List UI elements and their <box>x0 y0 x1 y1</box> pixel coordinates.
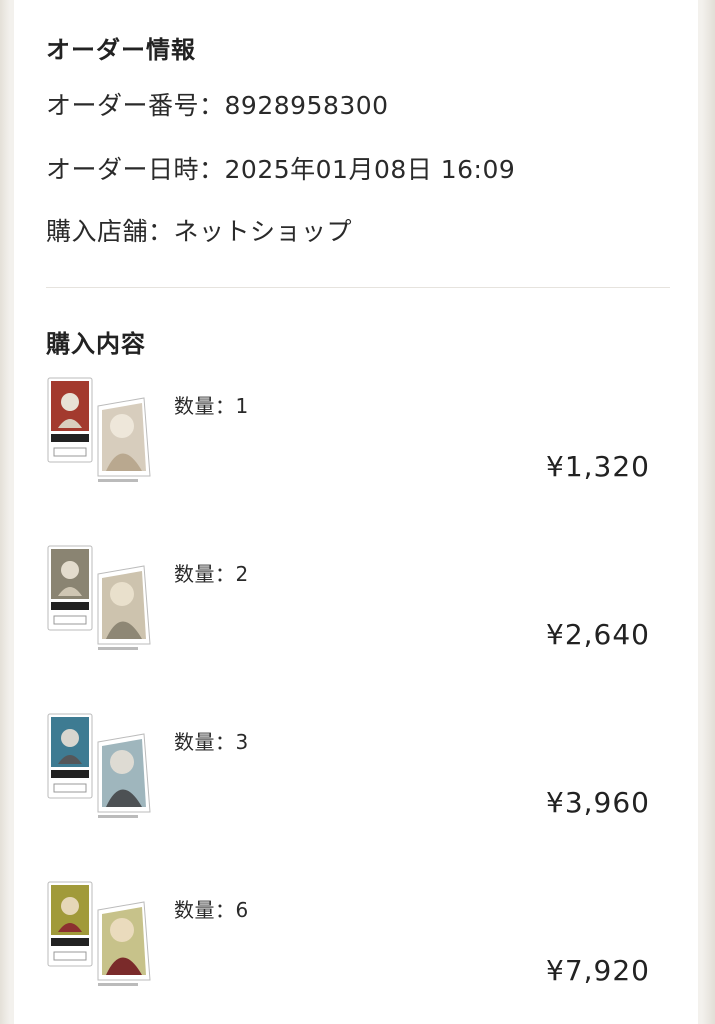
store-row: 購入店舗：ネットショップ <box>46 212 352 248</box>
purchase-contents-heading: 購入内容 <box>46 330 146 358</box>
purchase-item[interactable]: 数量：1 ¥1,320 <box>46 376 670 496</box>
store-label: 購入店舗： <box>46 217 174 246</box>
page-background: オーダー情報 オーダー番号：8928958300 オーダー日時：2025年01月… <box>0 0 715 1024</box>
section-divider <box>46 287 670 288</box>
order-datetime-value: 2025年01月08日 16:09 <box>224 155 516 184</box>
purchase-item[interactable]: 数量：3 ¥3,960 <box>46 712 670 832</box>
product-thumbnail[interactable] <box>46 712 158 822</box>
item-quantity: 数量：3 <box>174 730 249 754</box>
item-price: ¥7,920 <box>546 954 650 987</box>
order-info-heading: オーダー情報 <box>46 36 196 64</box>
item-quantity: 数量：6 <box>174 898 249 922</box>
order-detail-card: オーダー情報 オーダー番号：8928958300 オーダー日時：2025年01月… <box>14 0 698 1024</box>
store-value: ネットショップ <box>173 217 353 246</box>
product-thumbnail[interactable] <box>46 376 158 486</box>
product-thumbnail[interactable] <box>46 880 158 990</box>
order-number-value: 8928958300 <box>224 91 389 120</box>
purchase-item[interactable]: 数量：6 ¥7,920 <box>46 880 670 1000</box>
order-datetime-row: オーダー日時：2025年01月08日 16:09 <box>46 150 515 186</box>
purchase-item[interactable]: 数量：2 ¥2,640 <box>46 544 670 664</box>
item-price: ¥1,320 <box>546 450 650 483</box>
product-thumbnail[interactable] <box>46 544 158 654</box>
item-quantity: 数量：1 <box>174 394 249 418</box>
item-price: ¥3,960 <box>546 786 650 819</box>
order-datetime-label: オーダー日時： <box>46 155 225 184</box>
order-number-row: オーダー番号：8928958300 <box>46 86 389 122</box>
item-quantity: 数量：2 <box>174 562 249 586</box>
item-price: ¥2,640 <box>546 618 650 651</box>
order-number-label: オーダー番号： <box>46 91 225 120</box>
